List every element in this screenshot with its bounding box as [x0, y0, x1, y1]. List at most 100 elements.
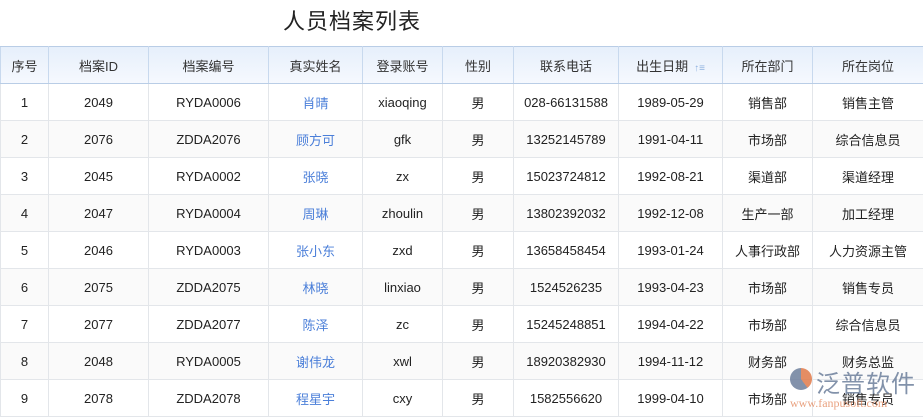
table-cell: ZDDA2076: [149, 121, 269, 158]
table-row[interactable]: 32045RYDA0002张晓zx男150237248121992-08-21渠…: [1, 158, 923, 195]
table-cell: ZDDA2077: [149, 306, 269, 343]
table-cell: 2075: [49, 269, 149, 306]
name-link[interactable]: 程星宇: [269, 380, 363, 417]
table-cell: 1999-04-10: [619, 380, 723, 417]
table-cell: 2049: [49, 84, 149, 121]
table-cell: 综合信息员: [813, 121, 923, 158]
table-cell: 男: [443, 158, 514, 195]
table-cell: 销售主管: [813, 84, 923, 121]
column-header[interactable]: 所在岗位: [813, 47, 923, 84]
table-cell: RYDA0006: [149, 84, 269, 121]
table-cell: gfk: [363, 121, 443, 158]
column-header[interactable]: 联系电话: [514, 47, 619, 84]
table-cell: linxiao: [363, 269, 443, 306]
table-cell: 市场部: [723, 269, 813, 306]
name-link[interactable]: 张小东: [269, 232, 363, 269]
table-row[interactable]: 22076ZDDA2076顾方可gfk男132521457891991-04-1…: [1, 121, 923, 158]
table-cell: zxd: [363, 232, 443, 269]
table-cell: 028-66131588: [514, 84, 619, 121]
table-cell: 2045: [49, 158, 149, 195]
name-link[interactable]: 谢伟龙: [269, 343, 363, 380]
table-cell: RYDA0002: [149, 158, 269, 195]
table-cell: 15023724812: [514, 158, 619, 195]
table-row[interactable]: 42047RYDA0004周琳zhoulin男138023920321992-1…: [1, 195, 923, 232]
column-header[interactable]: 性别: [443, 47, 514, 84]
column-header-label: 所在岗位: [842, 59, 894, 74]
table-cell: 男: [443, 84, 514, 121]
table-cell: 男: [443, 269, 514, 306]
column-header[interactable]: 真实姓名: [269, 47, 363, 84]
table-cell: 1992-12-08: [619, 195, 723, 232]
table-row[interactable]: 92078ZDDA2078程星宇cxy男15825566201999-04-10…: [1, 380, 923, 417]
table-cell: 销售专员: [813, 380, 923, 417]
table-cell: 5: [1, 232, 49, 269]
table-row[interactable]: 52046RYDA0003张小东zxd男136584584541993-01-2…: [1, 232, 923, 269]
table-cell: 13658458454: [514, 232, 619, 269]
table-cell: 男: [443, 343, 514, 380]
table-header: 序号 档案ID 档案编号 真实姓名 登录账号 性别 联系电话 出生日期↑≡ 所在部门 所在岗位: [1, 47, 923, 84]
table-cell: ZDDA2078: [149, 380, 269, 417]
table-cell: 市场部: [723, 380, 813, 417]
table-cell: 8: [1, 343, 49, 380]
table-cell: 6: [1, 269, 49, 306]
table-row[interactable]: 62075ZDDA2075林晓linxiao男15245262351993-04…: [1, 269, 923, 306]
column-header[interactable]: 出生日期↑≡: [619, 47, 723, 84]
table-cell: 1994-11-12: [619, 343, 723, 380]
table-cell: 2046: [49, 232, 149, 269]
table-cell: 市场部: [723, 306, 813, 343]
column-header-label: 所在部门: [741, 59, 793, 74]
table-cell: 男: [443, 380, 514, 417]
table-cell: 销售专员: [813, 269, 923, 306]
table-cell: 1994-04-22: [619, 306, 723, 343]
column-header-label: 档案编号: [182, 59, 234, 74]
table-cell: 男: [443, 121, 514, 158]
table-cell: 男: [443, 232, 514, 269]
table-cell: 1582556620: [514, 380, 619, 417]
name-link[interactable]: 顾方可: [269, 121, 363, 158]
table-cell: 1989-05-29: [619, 84, 723, 121]
table-cell: 销售部: [723, 84, 813, 121]
table-cell: 男: [443, 195, 514, 232]
table-cell: 综合信息员: [813, 306, 923, 343]
name-link[interactable]: 周琳: [269, 195, 363, 232]
table-cell: 2078: [49, 380, 149, 417]
table-cell: RYDA0004: [149, 195, 269, 232]
name-link[interactable]: 张晓: [269, 158, 363, 195]
table-cell: 4: [1, 195, 49, 232]
table-cell: zhoulin: [363, 195, 443, 232]
table-cell: 1991-04-11: [619, 121, 723, 158]
column-header[interactable]: 所在部门: [723, 47, 813, 84]
table-row[interactable]: 72077ZDDA2077陈泽zc男152452488511994-04-22市…: [1, 306, 923, 343]
table-cell: 2: [1, 121, 49, 158]
column-header[interactable]: 档案ID: [49, 47, 149, 84]
table-cell: cxy: [363, 380, 443, 417]
table-cell: 1992-08-21: [619, 158, 723, 195]
name-link[interactable]: 陈泽: [269, 306, 363, 343]
table-cell: 13802392032: [514, 195, 619, 232]
table-cell: 18920382930: [514, 343, 619, 380]
column-header-label: 性别: [465, 59, 491, 74]
table-cell: 13252145789: [514, 121, 619, 158]
sort-ascending-icon[interactable]: ↑≡: [694, 63, 705, 74]
table-cell: 1993-04-23: [619, 269, 723, 306]
table-cell: ZDDA2075: [149, 269, 269, 306]
table-row[interactable]: 82048RYDA0005谢伟龙xwl男189203829301994-11-1…: [1, 343, 923, 380]
column-header-label: 登录账号: [376, 59, 428, 74]
table-cell: RYDA0005: [149, 343, 269, 380]
table-cell: 渠道部: [723, 158, 813, 195]
column-header-label: 档案ID: [79, 59, 118, 74]
column-header[interactable]: 登录账号: [363, 47, 443, 84]
column-header-label: 真实姓名: [289, 59, 341, 74]
column-header-label: 联系电话: [540, 59, 592, 74]
name-link[interactable]: 肖晴: [269, 84, 363, 121]
name-link[interactable]: 林晓: [269, 269, 363, 306]
table-cell: 人力资源主管: [813, 232, 923, 269]
table-cell: 人事行政部: [723, 232, 813, 269]
column-header[interactable]: 序号: [1, 47, 49, 84]
table-cell: 9: [1, 380, 49, 417]
table-cell: 加工经理: [813, 195, 923, 232]
table-row[interactable]: 12049RYDA0006肖晴xiaoqing男028-661315881989…: [1, 84, 923, 121]
column-header[interactable]: 档案编号: [149, 47, 269, 84]
table-cell: 2047: [49, 195, 149, 232]
table-cell: 1993-01-24: [619, 232, 723, 269]
